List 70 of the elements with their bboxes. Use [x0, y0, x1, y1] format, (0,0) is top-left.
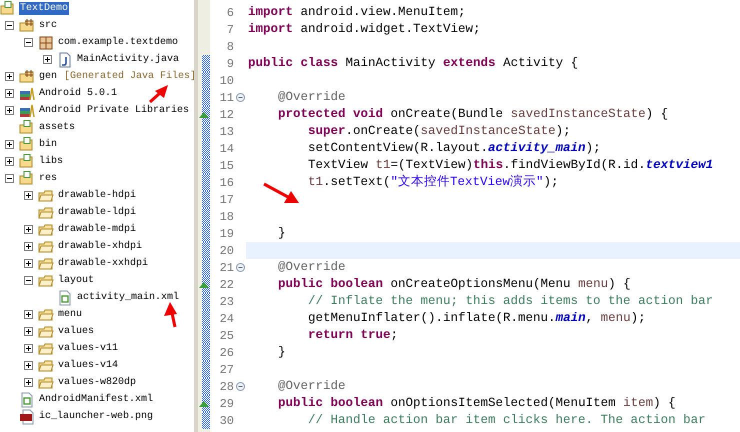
line-number: 8	[226, 40, 234, 54]
tree-item[interactable]: Android Private Libraries	[38, 104, 190, 117]
code-line: import android.widget.TextView;	[247, 21, 482, 38]
code-line: @Override	[277, 259, 347, 276]
code-line: }	[277, 344, 287, 361]
code-line: public class MainActivity extends Activity {	[247, 55, 580, 72]
line-number: 21	[218, 260, 234, 274]
tree-item[interactable]: drawable-hdpi	[57, 189, 138, 202]
code-line: super.onCreate(savedInstanceState);	[307, 123, 572, 140]
line-number: 18	[218, 210, 234, 224]
line-number: 10	[218, 74, 234, 88]
tree-item[interactable]: activity_main.xml	[76, 291, 180, 304]
tree-item[interactable]: values	[57, 325, 96, 338]
code-line: t1.setText("文本控件TextView演示");	[307, 174, 560, 191]
tree-item[interactable]: drawable-mdpi	[57, 223, 138, 236]
code-line: protected void onCreate(Bundle savedInstanceState) {	[277, 106, 670, 123]
code-line: getMenuInflater().inflate(R.menu.main, menu);	[307, 310, 647, 327]
code-line: // Inflate the menu; this adds items to the action bar	[307, 293, 714, 310]
code-line: TextView t1=(TextView)this.findViewById(R.id.textview1	[307, 157, 714, 174]
tree-item[interactable]: Android 5.0.1	[38, 87, 118, 100]
tree-item[interactable]: gen	[38, 70, 58, 83]
line-number: 25	[218, 328, 234, 342]
code-line: @Override	[277, 378, 347, 395]
line-number: 19	[218, 226, 234, 240]
tree-item[interactable]: drawable-xhdpi	[57, 240, 144, 253]
tree-item[interactable]: AndroidManifest.xml	[38, 393, 154, 406]
line-number: 16	[218, 176, 234, 190]
code-line: return true;	[307, 327, 400, 344]
tree-item[interactable]: values-w820dp	[57, 376, 138, 389]
tree-item[interactable]: drawable-ldpi	[57, 206, 138, 219]
line-number: 22	[218, 278, 234, 292]
tree-item[interactable]: src	[38, 19, 58, 32]
line-number: 27	[218, 362, 234, 376]
line-number: 24	[218, 312, 234, 326]
tree-item[interactable]: libs	[38, 155, 64, 168]
code-line: setContentView(R.layout.activity_main);	[307, 140, 602, 157]
tree-item[interactable]: ic_launcher-web.png	[38, 410, 154, 423]
code-line: // Handle action bar item clicks here. The action bar	[307, 412, 707, 429]
tree-item[interactable]: layout	[57, 274, 96, 287]
tree-item[interactable]: bin	[38, 138, 58, 151]
tree-item[interactable]: res	[38, 172, 58, 185]
line-number: 9	[226, 56, 234, 70]
line-number: 12	[218, 108, 234, 122]
tree-item[interactable]: com.example.textdemo	[57, 36, 180, 49]
tree-item[interactable]: assets	[38, 121, 76, 134]
tree-item[interactable]: drawable-xxhdpi	[57, 257, 150, 270]
line-number: 30	[218, 414, 234, 428]
code-line: public boolean onOptionsItemSelected(MenuItem item) {	[277, 395, 677, 412]
line-number: 11	[218, 90, 234, 104]
line-number: 14	[218, 142, 234, 156]
code-line: import android.view.MenuItem;	[247, 4, 467, 21]
tree-item-decoration: [Generated Java Files]	[63, 71, 194, 82]
tree-item[interactable]: values-v11	[57, 342, 120, 355]
line-number: 28	[218, 380, 234, 394]
line-number: 20	[218, 244, 234, 258]
tree-item[interactable]: menu	[57, 308, 84, 321]
code-line: public boolean onCreateOptionsMenu(Menu menu) {	[277, 276, 632, 293]
code-line: @Override	[277, 89, 347, 106]
tree-item[interactable]: TextDemo	[19, 2, 70, 15]
line-number: 26	[218, 346, 234, 360]
line-number: 29	[218, 396, 234, 410]
code-line: }	[277, 225, 287, 242]
tree-item[interactable]: MainActivity.java	[76, 53, 180, 66]
line-number: 17	[218, 192, 234, 206]
line-number: 13	[218, 124, 234, 138]
line-number: 23	[218, 294, 234, 308]
line-number: 15	[218, 158, 234, 172]
line-number: 6	[226, 6, 234, 20]
tree-item[interactable]: values-v14	[57, 359, 120, 372]
line-number: 7	[226, 22, 234, 36]
